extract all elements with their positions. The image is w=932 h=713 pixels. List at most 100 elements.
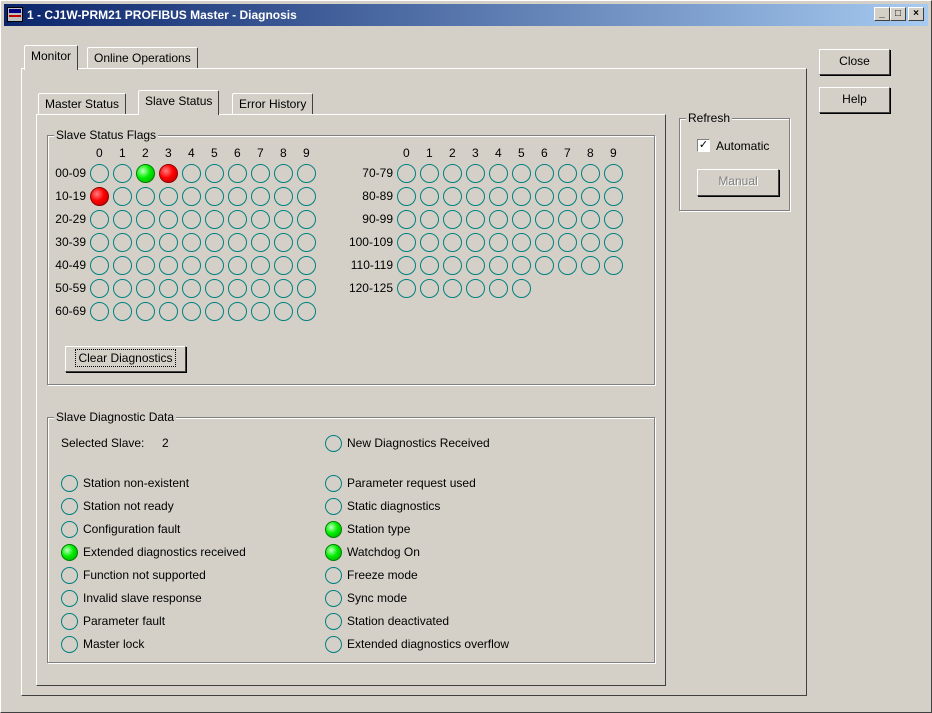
slave-flag-led[interactable] xyxy=(581,233,600,252)
slave-flag-led[interactable] xyxy=(558,210,577,229)
slave-flag-led[interactable] xyxy=(558,187,577,206)
slave-flag-led[interactable] xyxy=(604,187,623,206)
slave-flag-led[interactable] xyxy=(466,187,485,206)
slave-flag-led[interactable] xyxy=(182,187,201,206)
slave-flag-led[interactable] xyxy=(420,256,439,275)
slave-flag-led[interactable] xyxy=(182,279,201,298)
slave-flag-led[interactable] xyxy=(136,233,155,252)
slave-flag-led[interactable] xyxy=(251,256,270,275)
slave-flag-led[interactable] xyxy=(90,302,109,321)
slave-flag-led[interactable] xyxy=(228,164,247,183)
slave-flag-led[interactable] xyxy=(443,233,462,252)
slave-flag-led[interactable] xyxy=(604,164,623,183)
slave-flag-led[interactable] xyxy=(420,187,439,206)
slave-flag-led[interactable] xyxy=(535,210,554,229)
slave-flag-led[interactable] xyxy=(228,187,247,206)
slave-flag-led[interactable] xyxy=(113,164,132,183)
slave-flag-led[interactable] xyxy=(113,187,132,206)
slave-flag-led[interactable] xyxy=(159,279,178,298)
slave-flag-led[interactable] xyxy=(90,256,109,275)
slave-flag-led[interactable] xyxy=(228,210,247,229)
slave-flag-led[interactable] xyxy=(297,256,316,275)
slave-flag-led[interactable] xyxy=(397,256,416,275)
slave-flag-led[interactable] xyxy=(466,233,485,252)
slave-flag-led[interactable] xyxy=(205,302,224,321)
tab-monitor[interactable]: Monitor xyxy=(24,45,79,70)
slave-flag-led[interactable] xyxy=(297,302,316,321)
slave-flag-led[interactable] xyxy=(159,256,178,275)
tab-online-operations[interactable]: Online Operations xyxy=(87,47,198,69)
slave-flag-led[interactable] xyxy=(251,164,270,183)
close-button[interactable]: Close xyxy=(819,49,890,75)
slave-flag-led[interactable] xyxy=(159,210,178,229)
slave-flag-led[interactable] xyxy=(420,210,439,229)
slave-flag-led[interactable] xyxy=(558,164,577,183)
slave-flag-led[interactable] xyxy=(489,279,508,298)
automatic-checkbox[interactable]: ✓ xyxy=(697,139,710,152)
slave-flag-led[interactable] xyxy=(228,256,247,275)
slave-flag-led[interactable] xyxy=(274,233,293,252)
slave-flag-led[interactable] xyxy=(420,233,439,252)
slave-flag-led[interactable] xyxy=(90,164,109,183)
slave-flag-led[interactable] xyxy=(512,164,531,183)
slave-flag-led[interactable] xyxy=(535,164,554,183)
clear-diagnostics-button[interactable]: Clear Diagnostics xyxy=(65,346,186,372)
slave-flag-led[interactable] xyxy=(466,210,485,229)
slave-flag-led[interactable] xyxy=(136,279,155,298)
slave-flag-led[interactable] xyxy=(397,279,416,298)
slave-flag-led[interactable] xyxy=(512,187,531,206)
slave-flag-led[interactable] xyxy=(443,187,462,206)
slave-flag-led[interactable] xyxy=(297,233,316,252)
slave-flag-led[interactable] xyxy=(205,256,224,275)
slave-flag-led[interactable] xyxy=(512,279,531,298)
slave-flag-led[interactable] xyxy=(182,256,201,275)
slave-flag-led[interactable] xyxy=(205,210,224,229)
slave-flag-led[interactable] xyxy=(466,279,485,298)
slave-flag-led[interactable] xyxy=(420,279,439,298)
slave-flag-led[interactable] xyxy=(489,233,508,252)
slave-flag-led[interactable] xyxy=(535,187,554,206)
slave-flag-led[interactable] xyxy=(466,256,485,275)
slave-flag-led[interactable] xyxy=(297,164,316,183)
slave-flag-led[interactable] xyxy=(205,233,224,252)
slave-flag-led[interactable] xyxy=(182,164,201,183)
slave-flag-led[interactable] xyxy=(397,164,416,183)
tab-slave-status[interactable]: Slave Status xyxy=(138,90,220,115)
slave-flag-led[interactable] xyxy=(159,164,178,183)
close-window-button[interactable]: × xyxy=(908,7,924,21)
slave-flag-led[interactable] xyxy=(251,302,270,321)
minimize-button[interactable]: _ xyxy=(874,7,890,21)
slave-flag-led[interactable] xyxy=(136,302,155,321)
slave-flag-led[interactable] xyxy=(274,210,293,229)
slave-flag-led[interactable] xyxy=(90,279,109,298)
slave-flag-led[interactable] xyxy=(443,210,462,229)
slave-flag-led[interactable] xyxy=(604,210,623,229)
tab-master-status[interactable]: Master Status xyxy=(38,93,127,115)
slave-flag-led[interactable] xyxy=(489,164,508,183)
slave-flag-led[interactable] xyxy=(274,302,293,321)
slave-flag-led[interactable] xyxy=(581,256,600,275)
help-button[interactable]: Help xyxy=(819,87,890,113)
slave-flag-led[interactable] xyxy=(136,187,155,206)
slave-flag-led[interactable] xyxy=(558,256,577,275)
slave-flag-led[interactable] xyxy=(604,233,623,252)
manual-refresh-button[interactable]: Manual xyxy=(697,169,779,196)
slave-flag-led[interactable] xyxy=(397,233,416,252)
slave-flag-led[interactable] xyxy=(113,279,132,298)
slave-flag-led[interactable] xyxy=(228,302,247,321)
slave-flag-led[interactable] xyxy=(113,233,132,252)
slave-flag-led[interactable] xyxy=(489,187,508,206)
slave-flag-led[interactable] xyxy=(159,302,178,321)
slave-flag-led[interactable] xyxy=(274,256,293,275)
slave-flag-led[interactable] xyxy=(113,302,132,321)
slave-flag-led[interactable] xyxy=(535,256,554,275)
slave-flag-led[interactable] xyxy=(205,187,224,206)
slave-flag-led[interactable] xyxy=(136,210,155,229)
maximize-button[interactable]: □ xyxy=(890,7,906,21)
slave-flag-led[interactable] xyxy=(90,210,109,229)
slave-flag-led[interactable] xyxy=(251,279,270,298)
slave-flag-led[interactable] xyxy=(205,279,224,298)
slave-flag-led[interactable] xyxy=(228,279,247,298)
slave-flag-led[interactable] xyxy=(113,210,132,229)
slave-flag-led[interactable] xyxy=(297,279,316,298)
